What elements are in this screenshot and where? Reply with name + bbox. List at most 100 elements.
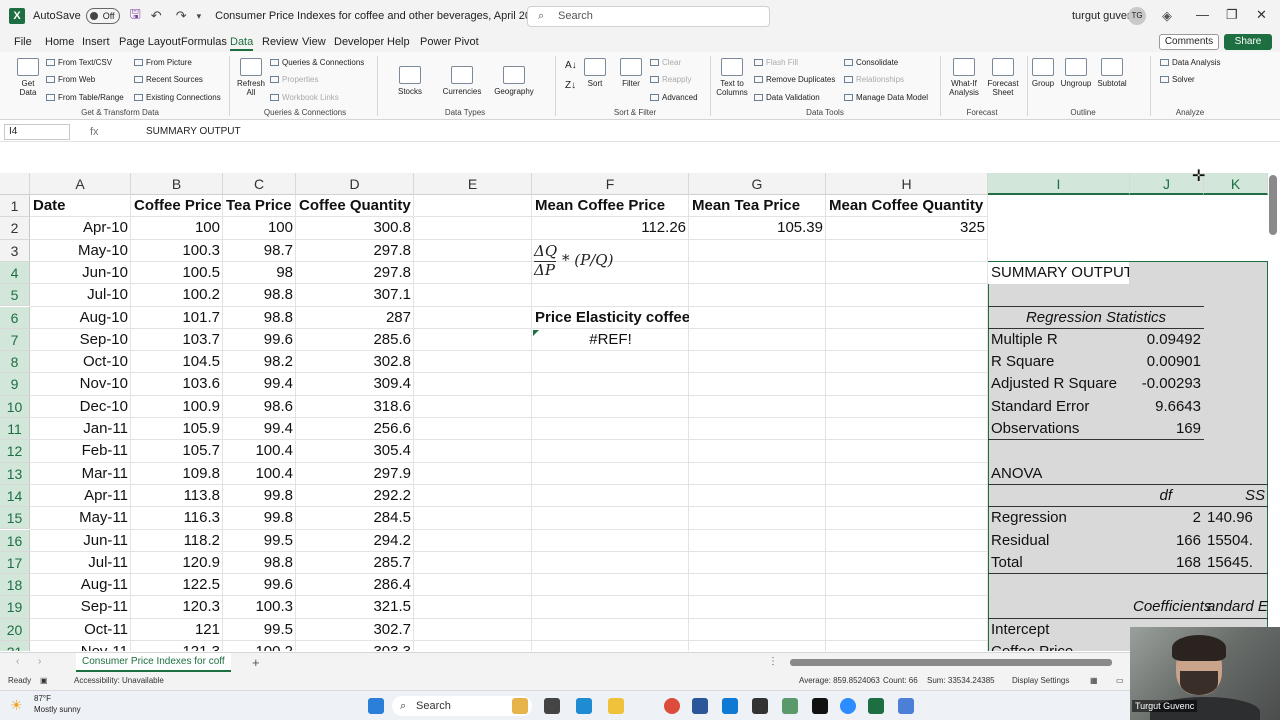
flash-fill-button[interactable]: Flash Fill (754, 58, 798, 67)
tea-price-cell[interactable]: 99.5 (223, 619, 296, 641)
macro-record-icon[interactable]: ▣ (40, 676, 48, 685)
advanced-button[interactable]: Advanced (650, 93, 698, 102)
tea-price-cell[interactable]: 99.4 (223, 373, 296, 395)
column-header-i[interactable]: I (988, 173, 1130, 195)
sheet-tab[interactable]: Consumer Price Indexes for coff (76, 653, 231, 672)
word-icon[interactable] (692, 698, 708, 714)
row-header[interactable]: 14 (0, 484, 30, 508)
row-header[interactable]: 6 (0, 306, 30, 329)
date-cell[interactable]: Nov-11 (30, 641, 131, 651)
date-cell[interactable]: Oct-11 (30, 619, 131, 641)
tea-price-cell[interactable]: 99.8 (223, 485, 296, 507)
tab-view[interactable]: View (302, 36, 326, 48)
select-all-corner[interactable] (0, 173, 30, 195)
tab-page-layout[interactable]: Page Layout (119, 36, 181, 48)
column-header-g[interactable]: G (689, 173, 826, 195)
coffee-price-cell[interactable]: 120.9 (131, 552, 223, 574)
mean-tea-price-value[interactable]: 105.39 (689, 217, 826, 239)
row-header[interactable]: 2 (0, 217, 30, 240)
tea-price-cell[interactable]: 98.8 (223, 284, 296, 306)
share-button[interactable]: Share (1224, 34, 1272, 50)
name-box[interactable]: I4 (4, 124, 70, 140)
accessibility-status[interactable]: Accessibility: Unavailable (74, 676, 164, 685)
restore-icon[interactable]: ❐ (1226, 7, 1238, 23)
anova-ss-value[interactable]: 140.96 (1204, 507, 1268, 529)
regression-stat-label[interactable]: Observations (988, 418, 1130, 440)
column-header-e[interactable]: E (414, 173, 532, 195)
recent-sources-button[interactable]: Recent Sources (134, 75, 203, 84)
tea-price-cell[interactable]: 100.3 (223, 596, 296, 618)
coffee-price-cell[interactable]: 103.7 (131, 329, 223, 351)
save-icon[interactable]: 🖫 (130, 5, 141, 27)
coffee-quantity-cell[interactable]: 307.1 (296, 284, 414, 306)
mean-tea-price-label[interactable]: Mean Tea Price (689, 195, 826, 217)
date-cell[interactable]: Aug-11 (30, 574, 131, 596)
calculator-icon[interactable] (782, 698, 798, 714)
coffee-price-cell[interactable]: 100.5 (131, 262, 223, 284)
weather-temperature[interactable]: 87°F (34, 694, 51, 703)
tea-price-cell[interactable]: 99.6 (223, 329, 296, 351)
from-text-csv-button[interactable]: From Text/CSV (46, 58, 112, 67)
text-to-columns-button[interactable]: Text to Columns (716, 58, 748, 97)
tea-price-cell[interactable]: 100.2 (223, 641, 296, 651)
date-cell[interactable]: Jan-11 (30, 418, 131, 440)
filter-button[interactable]: Filter (620, 58, 642, 88)
date-cell[interactable]: Jun-11 (30, 530, 131, 552)
date-cell[interactable]: Jul-10 (30, 284, 131, 306)
anova-ss-value[interactable]: 15504. (1204, 530, 1268, 552)
coffee-quantity-cell[interactable]: 294.2 (296, 530, 414, 552)
regression-stat-label[interactable]: R Square (988, 351, 1130, 373)
ungroup-button[interactable]: Ungroup (1060, 58, 1092, 88)
reapply-button[interactable]: Reapply (650, 75, 691, 84)
regression-stat-value[interactable]: 0.09492 (1130, 329, 1204, 351)
coffee-price-cell[interactable]: 121 (131, 619, 223, 641)
row-header[interactable]: 12 (0, 440, 30, 463)
tea-price-cell[interactable]: 99.8 (223, 507, 296, 529)
coffee-quantity-cell[interactable]: 318.6 (296, 396, 414, 418)
column-header-a[interactable]: A (30, 173, 131, 195)
coffee-price-cell[interactable]: 100.3 (131, 240, 223, 262)
error-indicator-icon[interactable] (533, 329, 539, 336)
tab-home[interactable]: Home (45, 36, 74, 48)
edge-icon[interactable] (576, 698, 592, 714)
row-header[interactable]: 20 (0, 618, 30, 641)
mean-coffee-quantity-value[interactable]: 325 (826, 217, 988, 239)
weather-icon[interactable]: ☀ (10, 697, 23, 714)
existing-connections-button[interactable]: Existing Connections (134, 93, 221, 102)
excel-icon[interactable] (868, 698, 884, 714)
anova-df-value[interactable]: 2 (1130, 507, 1204, 529)
what-if-button[interactable]: What-If Analysis (946, 58, 982, 97)
anova-row-label[interactable]: Residual (988, 530, 1130, 552)
date-cell[interactable]: Sep-11 (30, 596, 131, 618)
queries-connections-button[interactable]: Queries & Connections (270, 58, 364, 67)
get-data-button[interactable]: Get Data (14, 58, 42, 97)
relationships-button[interactable]: Relationships (844, 75, 904, 84)
coffee-quantity-cell[interactable]: 309.4 (296, 373, 414, 395)
tab-review[interactable]: Review (262, 36, 298, 48)
tea-price-cell[interactable]: 100 (223, 217, 296, 239)
row-header[interactable]: 7 (0, 328, 30, 352)
page-layout-view-icon[interactable]: ▭ (1116, 676, 1124, 685)
clear-button[interactable]: Clear (650, 58, 681, 67)
row-header[interactable]: 8 (0, 351, 30, 374)
snipping-icon[interactable] (898, 698, 914, 714)
coffee-quantity-cell[interactable]: 321.5 (296, 596, 414, 618)
coffee-price-cell[interactable]: 104.5 (131, 351, 223, 373)
date-cell[interactable]: May-11 (30, 507, 131, 529)
date-cell[interactable]: Mar-11 (30, 463, 131, 485)
manage-data-model-button[interactable]: Manage Data Model (844, 93, 928, 102)
coffee-price-cell[interactable]: 105.7 (131, 440, 223, 462)
tab-data[interactable]: Data (230, 36, 254, 51)
anova-ss-value[interactable]: 15645. (1204, 552, 1268, 574)
column-header-h[interactable]: H (826, 173, 988, 195)
sort-az-icon[interactable]: A↓ (565, 60, 577, 71)
row-header[interactable]: 11 (0, 418, 30, 441)
coffee-price-cell[interactable]: 100 (131, 217, 223, 239)
date-cell[interactable]: Apr-10 (30, 217, 131, 239)
forecast-sheet-button[interactable]: Forecast Sheet (986, 58, 1020, 97)
tea-price-cell[interactable]: 99.6 (223, 574, 296, 596)
spreadsheet-grid[interactable]: ABCDEFGHIJK 1 2 3 4 5 6 7 8 9 10 11 12 13 14 15 16 17 18 1… (0, 173, 1268, 651)
summary-title[interactable]: SUMMARY OUTPUT (988, 261, 1129, 285)
tab-developer[interactable]: Developer (334, 36, 384, 48)
coffee-quantity-cell[interactable]: 284.5 (296, 507, 414, 529)
